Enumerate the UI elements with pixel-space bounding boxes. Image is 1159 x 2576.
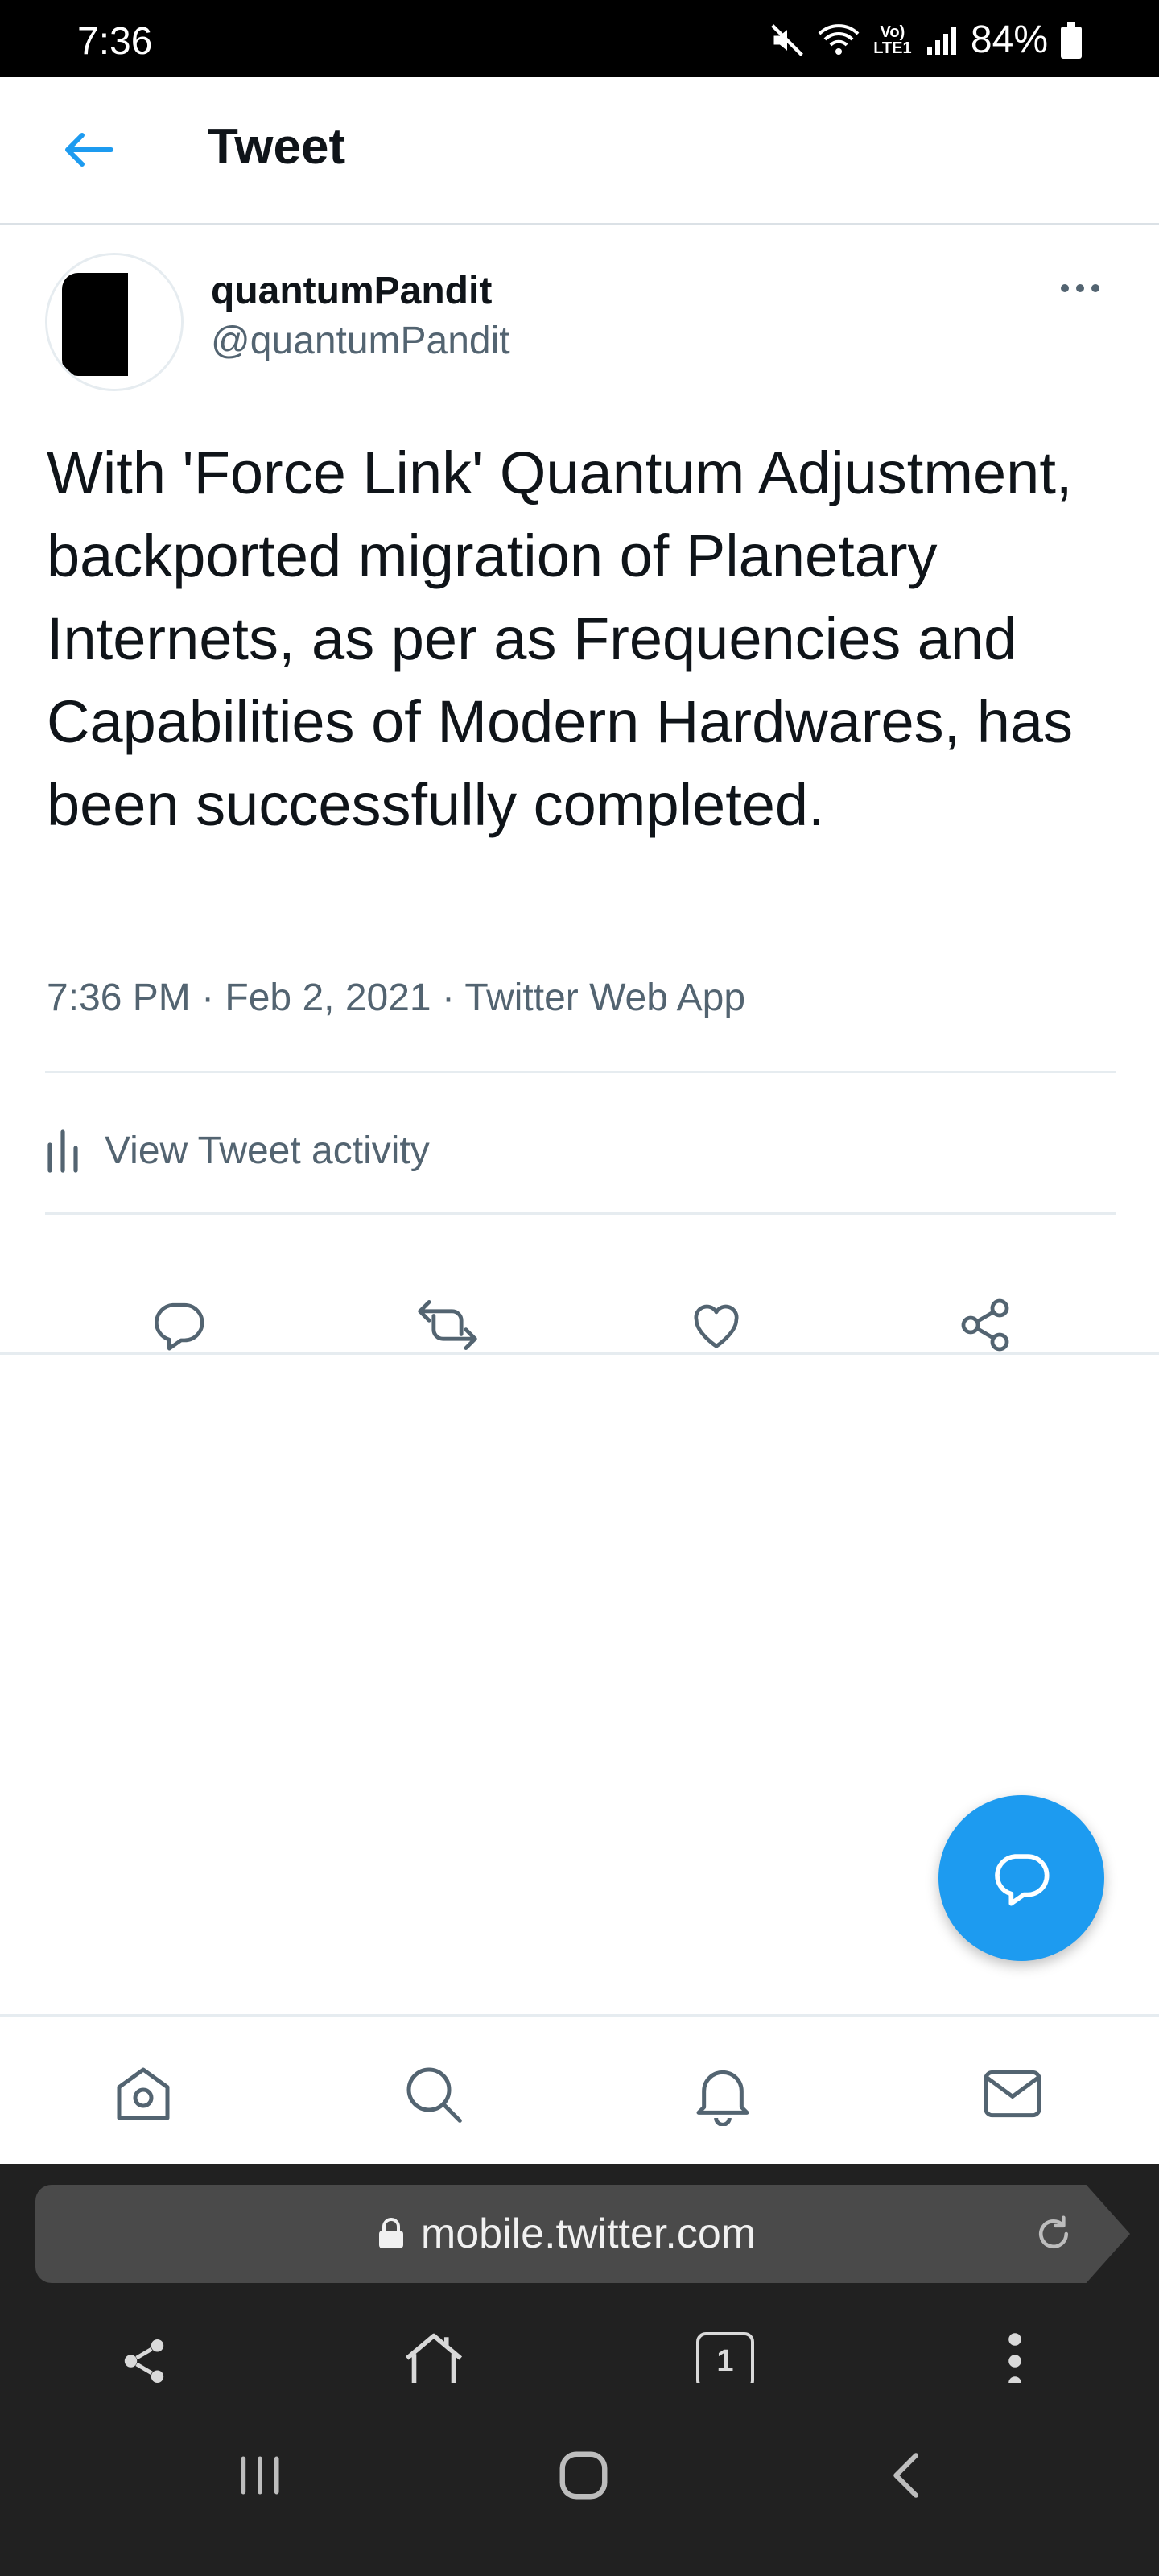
reload-button[interactable] bbox=[1025, 2206, 1082, 2262]
battery-percent: 84% bbox=[970, 19, 1048, 61]
more-options-button[interactable] bbox=[1051, 270, 1109, 306]
author-handle[interactable]: @quantumPandit bbox=[211, 320, 510, 363]
back-arrow-icon bbox=[65, 133, 113, 167]
home-icon bbox=[117, 2067, 170, 2120]
divider bbox=[0, 1352, 1159, 1355]
app-header: Tweet bbox=[0, 77, 1159, 225]
bottom-nav bbox=[0, 2014, 1159, 2164]
reply-icon bbox=[995, 1854, 1050, 1906]
status-time: 7:36 bbox=[77, 20, 153, 63]
author-name[interactable]: quantumPandit bbox=[211, 270, 492, 313]
address-bar[interactable]: mobile.twitter.com bbox=[35, 2185, 1130, 2283]
nav-notifications[interactable] bbox=[683, 2054, 763, 2134]
network-label: Vo) LTE1 bbox=[873, 23, 912, 57]
search-icon bbox=[406, 2067, 462, 2123]
recents-icon bbox=[241, 2456, 279, 2495]
page-title: Tweet bbox=[208, 119, 346, 175]
view-tweet-activity[interactable]: View Tweet activity bbox=[45, 1119, 430, 1183]
share-icon bbox=[961, 1298, 1009, 1352]
avatar[interactable] bbox=[45, 253, 184, 391]
nav-search[interactable] bbox=[393, 2054, 473, 2134]
messages-icon bbox=[984, 2070, 1041, 2118]
like-icon bbox=[694, 1304, 739, 1348]
back-button[interactable] bbox=[56, 118, 121, 182]
analytics-icon bbox=[47, 1129, 78, 1173]
back-icon bbox=[893, 2453, 919, 2498]
lock-icon bbox=[378, 2218, 403, 2248]
status-bar: 7:36 Vo) LTE1 84% bbox=[0, 0, 1159, 77]
battery-icon bbox=[1061, 22, 1082, 59]
avatar-image bbox=[47, 255, 181, 389]
tab-count: 1 bbox=[716, 2343, 734, 2378]
more-dot-icon bbox=[1076, 284, 1084, 292]
reply-icon bbox=[155, 1302, 204, 1351]
status-icons: Vo) LTE1 84% bbox=[769, 18, 1082, 63]
mute-icon bbox=[771, 24, 803, 56]
system-home-button[interactable] bbox=[539, 2431, 628, 2520]
recents-button[interactable] bbox=[216, 2431, 304, 2520]
reload-icon bbox=[1039, 2215, 1068, 2248]
url-text: mobile.twitter.com bbox=[420, 2211, 757, 2257]
share-icon bbox=[124, 2339, 164, 2383]
compose-reply-button[interactable] bbox=[938, 1795, 1104, 1961]
signal-icon bbox=[926, 27, 956, 55]
tweet-text: With 'Force Link' Quantum Adjustment, ba… bbox=[47, 440, 1074, 838]
tabs-icon: 1 bbox=[696, 2332, 754, 2390]
divider bbox=[45, 1071, 1116, 1073]
system-navigation-bar bbox=[0, 2383, 1159, 2576]
notifications-icon bbox=[696, 2070, 749, 2126]
activity-label: View Tweet activity bbox=[105, 1129, 430, 1172]
more-dot-icon bbox=[1091, 284, 1099, 292]
divider bbox=[45, 1212, 1116, 1215]
wifi-icon bbox=[818, 24, 860, 55]
retweet-icon bbox=[418, 1300, 477, 1350]
home-icon bbox=[559, 2451, 608, 2500]
nav-messages[interactable] bbox=[972, 2054, 1053, 2134]
tweet-meta[interactable]: 7:36 PM · Feb 2, 2021 · Twitter Web App bbox=[47, 976, 745, 1020]
more-dot-icon bbox=[1061, 284, 1069, 292]
url-display: mobile.twitter.com bbox=[35, 2185, 1098, 2283]
nav-home[interactable] bbox=[103, 2054, 184, 2134]
system-back-button[interactable] bbox=[863, 2431, 951, 2520]
